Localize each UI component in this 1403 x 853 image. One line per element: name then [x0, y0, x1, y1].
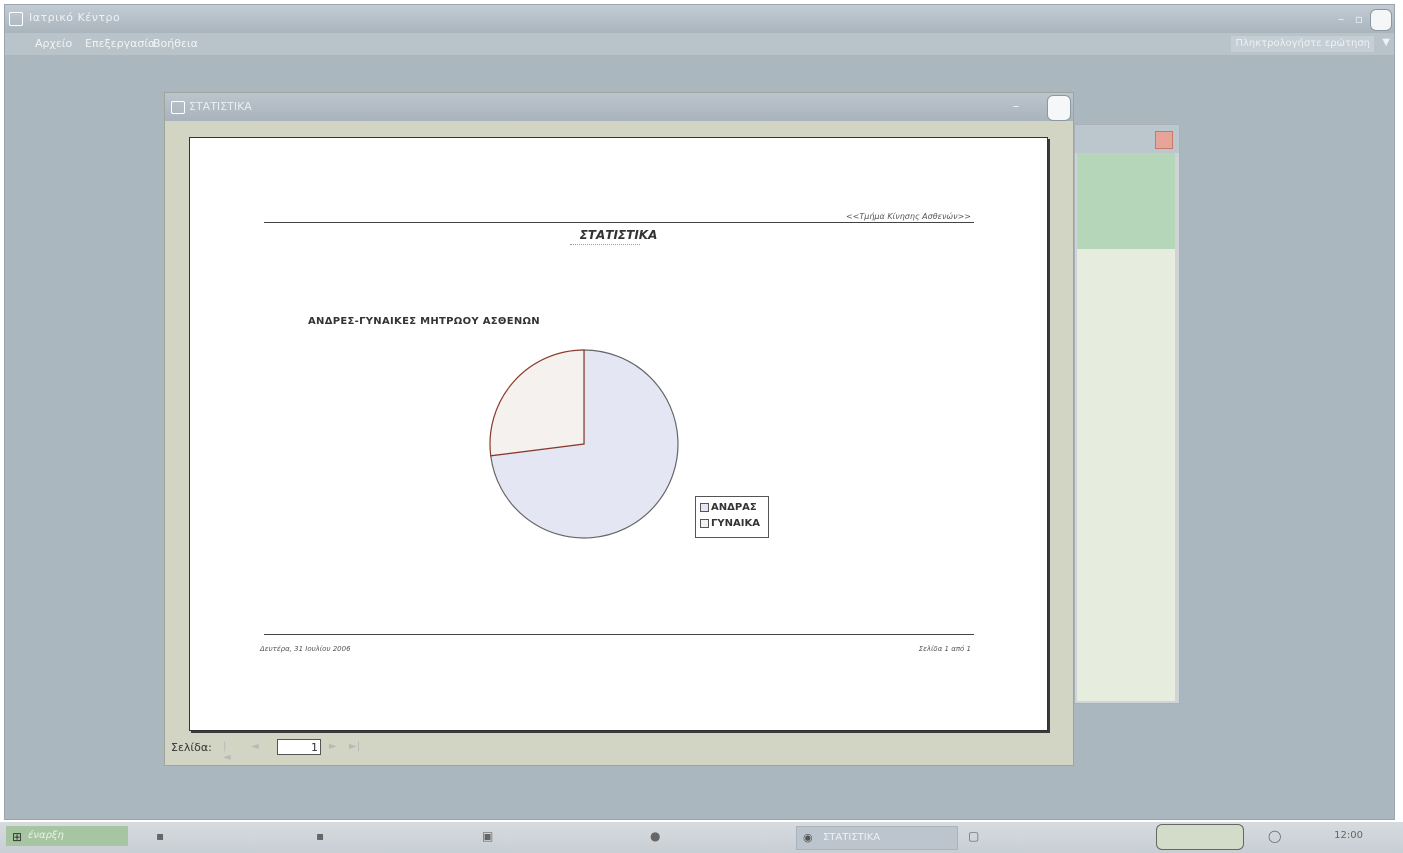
next-page-button[interactable]: ► — [329, 741, 337, 752]
start-label: έναρξη — [28, 830, 64, 841]
side-window-body — [1077, 249, 1175, 701]
page-number-input[interactable]: 1 — [277, 739, 321, 755]
quick-launch-icon[interactable]: ● — [650, 829, 660, 843]
side-window-close-button[interactable] — [1155, 131, 1173, 149]
previous-page-button[interactable]: ◄ — [251, 741, 259, 752]
report-page-number: Σελίδα 1 από 1 — [918, 645, 971, 653]
header-rule — [264, 222, 974, 223]
menu-edit[interactable]: Επεξεργασία — [85, 37, 155, 50]
pie-chart — [489, 349, 679, 539]
page-nav-label: Σελίδα: — [171, 741, 212, 754]
side-window-titlebar[interactable] — [1075, 125, 1179, 153]
help-question-input[interactable]: Πληκτρολογήστε ερώτηση — [1231, 36, 1374, 52]
tray-icon[interactable]: ◯ — [1268, 829, 1281, 843]
chart-legend: ΑΝΔΡΑΣ ΓΥΝΑΙΚΑ — [695, 496, 769, 538]
app-titlebar[interactable]: Ιατρικό Κέντρο – ▫ — [5, 5, 1394, 33]
report-window-title: ΣΤΑΤΙΣΤΙΚΑ — [189, 100, 252, 113]
legend-label: ΓΥΝΑΙΚΑ — [711, 518, 760, 529]
footer-rule — [264, 634, 974, 635]
taskbar-window-icon[interactable]: ▢ — [968, 829, 979, 843]
report-preview-window: ΣΤΑΤΙΣΤΙΚΑ – <<Τμήμα Κίνησης Ασθενών>> Σ… — [164, 92, 1074, 766]
app-icon — [9, 12, 23, 26]
report-header-department: <<Τμήμα Κίνησης Ασθενών>> — [845, 212, 971, 221]
legend-label: ΑΝΔΡΑΣ — [711, 502, 757, 513]
legend-swatch — [700, 518, 709, 528]
quick-launch-icon[interactable]: ▪ — [156, 829, 164, 843]
legend-swatch — [700, 502, 709, 512]
legend-item: ΓΥΝΑΙΚΑ — [700, 517, 760, 531]
app-title: Ιατρικό Κέντρο — [29, 11, 121, 24]
start-button[interactable]: ⊞ έναρξη — [6, 826, 128, 846]
report-icon — [171, 101, 185, 114]
background-form-window[interactable] — [1074, 124, 1180, 704]
report-close-button[interactable] — [1047, 95, 1071, 121]
windows-logo-icon: ⊞ — [12, 830, 23, 844]
menu-help[interactable]: Βοήθεια — [153, 37, 198, 50]
taskbar-report-button[interactable]: ◉ ΣΤΑΤΙΣΤΙΚΑ — [796, 826, 958, 850]
chart-title: ΑΝΔΡΕΣ-ΓΥΝΑΙΚΕΣ ΜΗΤΡΩΟΥ ΑΣΘΕΝΩΝ — [308, 316, 540, 327]
report-title: ΣΤΑΤΙΣΤΙΚΑ — [579, 228, 658, 242]
menu-bar: Αρχείο Επεξεργασία Βοήθεια Πληκτρολογήστ… — [5, 33, 1394, 55]
last-page-button[interactable]: ►| — [349, 741, 360, 752]
close-button[interactable] — [1370, 9, 1392, 31]
quick-launch-icon[interactable]: ▪ — [316, 829, 324, 843]
report-date: Δευτέρα, 31 Ιουλίου 2006 — [260, 645, 351, 653]
report-minimize-button[interactable]: – — [1013, 99, 1019, 113]
system-clock: 12:00 — [1334, 830, 1363, 841]
taskbar: ⊞ έναρξη ▪ ▪ ▣ ● ◉ ΣΤΑΤΙΣΤΙΚΑ ▢ ◯ 12:00 — [0, 822, 1403, 853]
report-page: <<Τμήμα Κίνησης Ασθενών>> ΣΤΑΤΙΣΤΙΚΑ ΑΝΔ… — [189, 137, 1048, 731]
chevron-down-icon[interactable]: ▼ — [1382, 37, 1390, 48]
first-page-button[interactable]: |◄ — [223, 741, 231, 763]
menu-file[interactable]: Αρχείο — [35, 37, 72, 50]
quick-launch-icon[interactable]: ▣ — [482, 829, 493, 843]
legend-item: ΑΝΔΡΑΣ — [700, 501, 757, 515]
pie-slice-1 — [489, 349, 585, 457]
taskbar-button-label: ΣΤΑΤΙΣΤΙΚΑ — [823, 832, 881, 843]
report-window-titlebar[interactable]: ΣΤΑΤΙΣΤΙΚΑ – — [165, 93, 1073, 121]
side-window-header-band — [1077, 153, 1175, 249]
restore-button[interactable]: ▫ — [1352, 10, 1366, 28]
access-icon: ◉ — [803, 831, 813, 844]
title-underline — [570, 244, 640, 247]
minimize-button[interactable]: – — [1334, 10, 1348, 28]
tray-notification[interactable] — [1156, 824, 1244, 850]
